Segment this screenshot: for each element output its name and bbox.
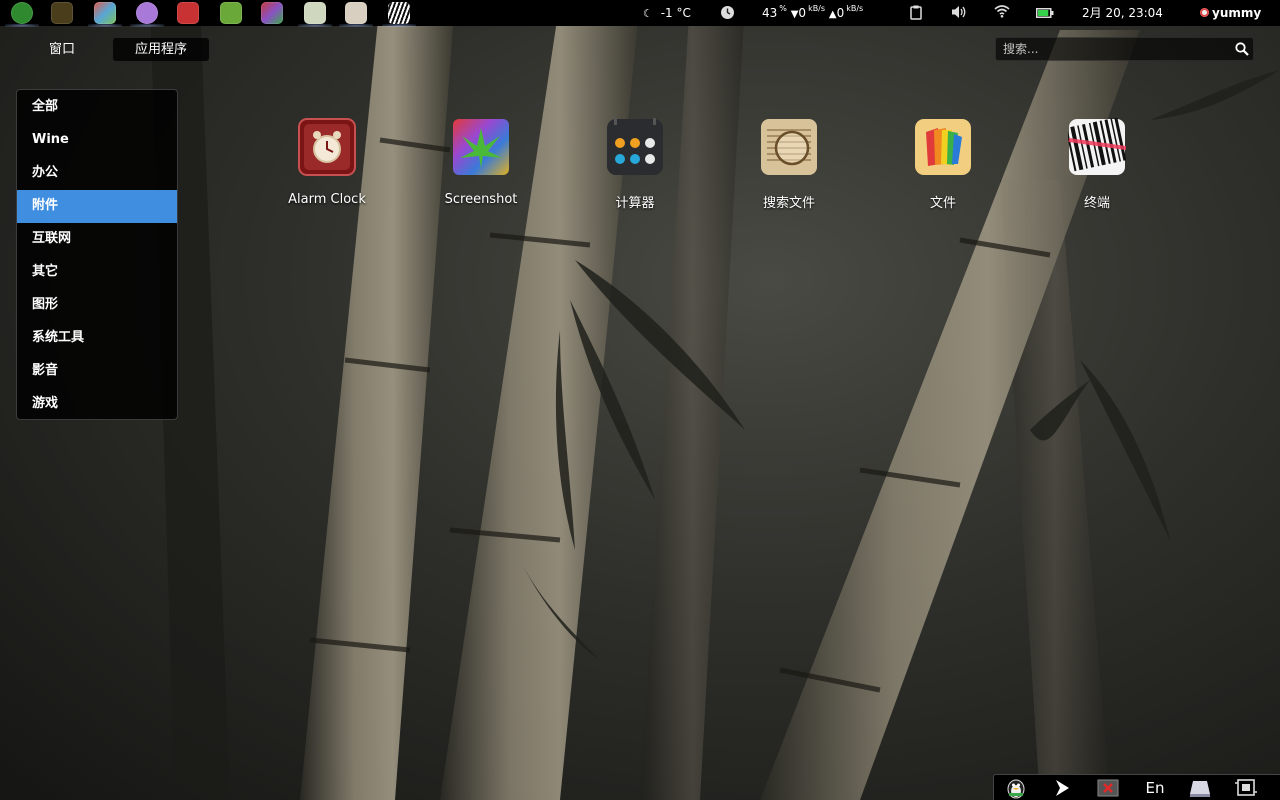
app-label: Alarm Clock (288, 192, 366, 207)
tray-qq[interactable] (1004, 777, 1028, 799)
cpu-unit: % (779, 4, 787, 13)
tab-applications[interactable]: 应用程序 (113, 38, 209, 61)
moon-icon: ☾ (643, 7, 653, 20)
app-label: Screenshot (444, 192, 518, 207)
tray-desktop[interactable] (1234, 777, 1258, 799)
user-menu[interactable]: yummy (1200, 4, 1261, 22)
app-calculator[interactable]: 计算器 (560, 118, 710, 211)
clock-icon (721, 6, 734, 19)
category-item-internet[interactable]: 互联网 (17, 223, 177, 256)
date-time[interactable]: 2月 20, 23:04 (1082, 4, 1163, 22)
username: yummy (1212, 6, 1262, 20)
close-icon (1097, 779, 1119, 797)
system-tray: En (993, 774, 1280, 800)
category-item-all[interactable]: 全部 (17, 91, 177, 124)
app-files[interactable]: 文件 (868, 118, 1018, 211)
weather-indicator[interactable]: ☾ -1 °C (643, 4, 691, 23)
app-label: 终端 (1083, 196, 1110, 211)
search-input[interactable] (996, 38, 1221, 60)
wifi-indicator[interactable] (994, 4, 1010, 23)
weather-temp: -1 °C (660, 6, 691, 20)
category-item-other[interactable]: 其它 (17, 256, 177, 289)
deepin-logo-launcher[interactable] (5, 2, 39, 27)
system-monitor-indicator[interactable]: 43% ▼0 kB/s ▲0 kB/s (762, 4, 863, 24)
net-down-value: 0 (798, 6, 807, 20)
editor-launcher[interactable] (298, 2, 332, 27)
category-item-games[interactable]: 游戏 (17, 388, 177, 421)
volume-indicator[interactable] (951, 5, 967, 24)
clipboard-indicator[interactable] (910, 5, 922, 25)
category-item-graphics[interactable]: 图形 (17, 289, 177, 322)
upload-arrow-icon: ▲ (828, 9, 837, 20)
search-box (995, 37, 1254, 61)
screenshot-launcher[interactable] (261, 2, 283, 24)
drive-icon (1190, 781, 1210, 797)
search-icon[interactable] (1235, 42, 1249, 56)
top-panel: ☾ -1 °C 43% ▼0 kB/s ▲0 kB/s 2月 20, 23:04 y… (0, 0, 1280, 27)
calculator-icon (606, 118, 664, 176)
alarm-clock-icon (298, 118, 356, 176)
category-item-system-tools[interactable]: 系统工具 (17, 322, 177, 355)
app-label: 搜索文件 (762, 196, 815, 211)
app-terminal[interactable]: 终端 (1022, 118, 1172, 211)
app-label: 文件 (929, 196, 956, 211)
net-up-unit: kB/s (846, 4, 864, 13)
search-files-icon (760, 118, 818, 176)
category-item-wine[interactable]: Wine (17, 124, 177, 157)
terminal-launcher[interactable] (382, 2, 416, 27)
tray-drive[interactable] (1188, 777, 1212, 799)
clipboard-icon (910, 5, 922, 20)
category-item-multimedia[interactable]: 影音 (17, 355, 177, 388)
tray-error[interactable] (1096, 777, 1120, 799)
color-picker-launcher[interactable] (88, 2, 122, 27)
wifi-icon (994, 5, 1010, 18)
file-manager-icon (914, 118, 972, 176)
player-launcher[interactable] (339, 2, 373, 27)
android-launcher[interactable] (220, 2, 242, 24)
terminal-icon (1068, 118, 1126, 176)
maps-launcher[interactable] (51, 2, 73, 24)
category-list: 全部 Wine 办公 附件 互联网 其它 图形 系统工具 影音 游戏 (16, 89, 178, 420)
desktop-icon (1235, 779, 1257, 796)
angry-birds-launcher[interactable] (177, 2, 199, 24)
battery-indicator[interactable] (1036, 6, 1054, 24)
app-screenshot[interactable]: Screenshot (406, 118, 556, 207)
volume-icon (952, 6, 966, 18)
app-label: 计算器 (615, 196, 655, 211)
category-item-office[interactable]: 办公 (17, 157, 177, 190)
net-down-unit: kB/s (808, 4, 826, 13)
screenshot-icon (452, 118, 510, 176)
chat-launcher[interactable] (130, 2, 164, 27)
penguin-icon (1007, 779, 1025, 799)
play-icon (1056, 780, 1069, 796)
user-status-icon (1200, 8, 1209, 17)
tab-windows[interactable]: 窗口 (34, 38, 90, 61)
app-alarm-clock[interactable]: Alarm Clock (252, 118, 402, 207)
tray-media[interactable] (1050, 777, 1074, 799)
tray-input-method[interactable]: En (1142, 777, 1168, 799)
clock-app-indicator[interactable] (720, 5, 735, 25)
cpu-percent: 43 (762, 6, 778, 20)
category-item-accessories[interactable]: 附件 (17, 190, 177, 223)
app-search-files[interactable]: 搜索文件 (714, 118, 864, 211)
net-up-value: 0 (836, 6, 845, 20)
battery-icon (1036, 8, 1054, 18)
